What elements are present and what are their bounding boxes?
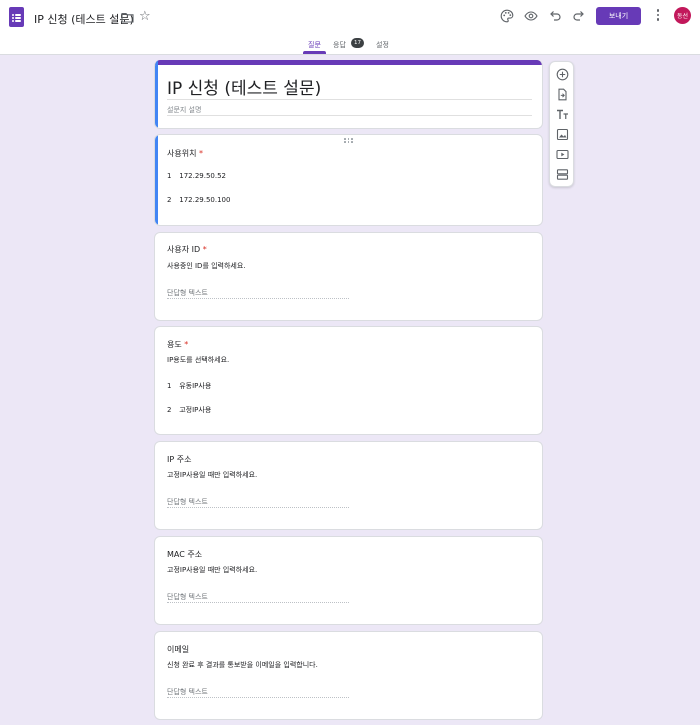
list-item[interactable]: 2 172.29.50.100 [167,196,230,204]
question-title: 용도 * [167,339,188,350]
undo-icon[interactable] [548,9,562,23]
form-title-card[interactable]: IP 신청 (테스트 설문) 설문지 설명 [154,60,543,129]
document-title[interactable]: IP 신청 (테스트 설문) [34,11,134,27]
list-item[interactable]: 1 유동IP사용 [167,381,211,391]
option-number: 1 [167,172,172,180]
description-underline [167,115,532,116]
tab-settings[interactable]: 설정 [376,40,389,50]
selected-card-indicator [155,60,158,128]
question-title-text: 이메일 [167,645,190,654]
question-title-text: MAC 주소 [167,550,203,559]
forms-app-icon[interactable] [9,7,24,27]
question-card[interactable]: 사용위치 * 1 172.29.50.52 2 172.29.50.100 [154,134,543,226]
question-card[interactable]: 사용자 ID * 사용중인 ID를 입력하세요. 단답형 텍스트 [154,232,543,321]
preview-eye-icon[interactable] [524,9,538,23]
question-help-text: 고정IP사용일 때만 입력하세요. [167,471,258,479]
required-asterisk: * [199,149,203,158]
tab-responses[interactable]: 응답 [333,40,346,50]
short-answer-placeholder: 단답형 텍스트 [167,688,208,696]
option-number: 2 [167,406,172,414]
short-answer-placeholder: 단답형 텍스트 [167,289,208,297]
required-asterisk: * [184,340,189,349]
question-title: IP 주소 [167,454,191,465]
question-help-text: 신청 완료 후 결과를 통보받을 이메일을 입력합니다. [167,661,318,669]
add-title-icon[interactable] [556,108,569,121]
list-item[interactable]: 2 고정IP사용 [167,405,211,415]
question-card[interactable]: IP 주소 고정IP사용일 때만 입력하세요. 단답형 텍스트 [154,441,543,530]
star-icon[interactable]: ☆ [139,10,151,24]
question-card[interactable]: MAC 주소 고정IP사용일 때만 입력하세요. 단답형 텍스트 [154,536,543,625]
list-item[interactable]: 1 172.29.50.52 [167,172,226,180]
redo-icon[interactable] [572,9,586,23]
short-answer-placeholder: 단답형 텍스트 [167,593,208,601]
selected-card-indicator [155,135,158,225]
question-title: MAC 주소 [167,549,202,560]
floating-side-toolbar [549,61,574,187]
question-title-text: 용도 [167,340,182,349]
question-card[interactable]: 이메일 신청 완료 후 결과를 통보받을 이메일을 입력합니다. 단답형 텍스트 [154,631,543,720]
avatar[interactable]: 동선 [674,7,691,24]
option-label: 유동IP사용 [179,382,212,390]
question-title: 이메일 [167,644,189,655]
question-help-text: 고정IP사용일 때만 입력하세요. [167,566,258,574]
option-number: 1 [167,382,172,390]
question-card[interactable]: 용도 * IP용도를 선택하세요. 1 유동IP사용 2 고정IP사용 [154,326,543,435]
question-help-text: IP용도를 선택하세요. [167,356,230,364]
responses-count-badge: 17 [351,38,364,48]
short-answer-underline [167,602,349,603]
question-title-text: IP 주소 [167,455,192,464]
question-title-text: 사용위치 [167,149,197,158]
option-label: 172.29.50.52 [179,172,226,180]
option-label: 172.29.50.100 [179,196,231,204]
option-label: 고정IP사용 [179,406,212,414]
add-image-icon[interactable] [556,128,569,141]
required-asterisk: * [202,245,207,254]
question-title-text: 사용자 ID [167,245,201,254]
top-app-bar: IP 신청 (테스트 설문) ☆ 보내기 동선 질문 응답 설정 [0,0,700,55]
question-help-text: 사용중인 ID를 입력하세요. [167,262,246,270]
option-number: 2 [167,196,172,204]
form-title[interactable]: IP 신청 (테스트 설문) [167,74,321,99]
tab-questions[interactable]: 질문 [308,40,321,50]
add-section-icon[interactable] [556,168,569,181]
short-answer-underline [167,298,349,299]
palette-icon[interactable] [500,9,514,23]
drag-handle-icon[interactable] [344,138,354,143]
folder-icon[interactable] [121,12,134,23]
question-title: 사용자 ID * [167,244,207,255]
form-description-field[interactable]: 설문지 설명 [167,105,201,115]
question-title: 사용위치 * [167,148,203,159]
short-answer-underline [167,507,349,508]
add-question-icon[interactable] [556,68,569,81]
title-card-accent [155,60,542,65]
tab-bar: 질문 응답 설정 [0,36,700,55]
active-tab-indicator [303,51,326,54]
add-video-icon[interactable] [556,148,569,161]
send-button[interactable]: 보내기 [596,7,641,25]
import-questions-icon[interactable] [556,88,569,101]
title-underline [167,99,532,100]
more-vert-icon[interactable] [656,9,660,23]
short-answer-underline [167,697,349,698]
short-answer-placeholder: 단답형 텍스트 [167,498,208,506]
